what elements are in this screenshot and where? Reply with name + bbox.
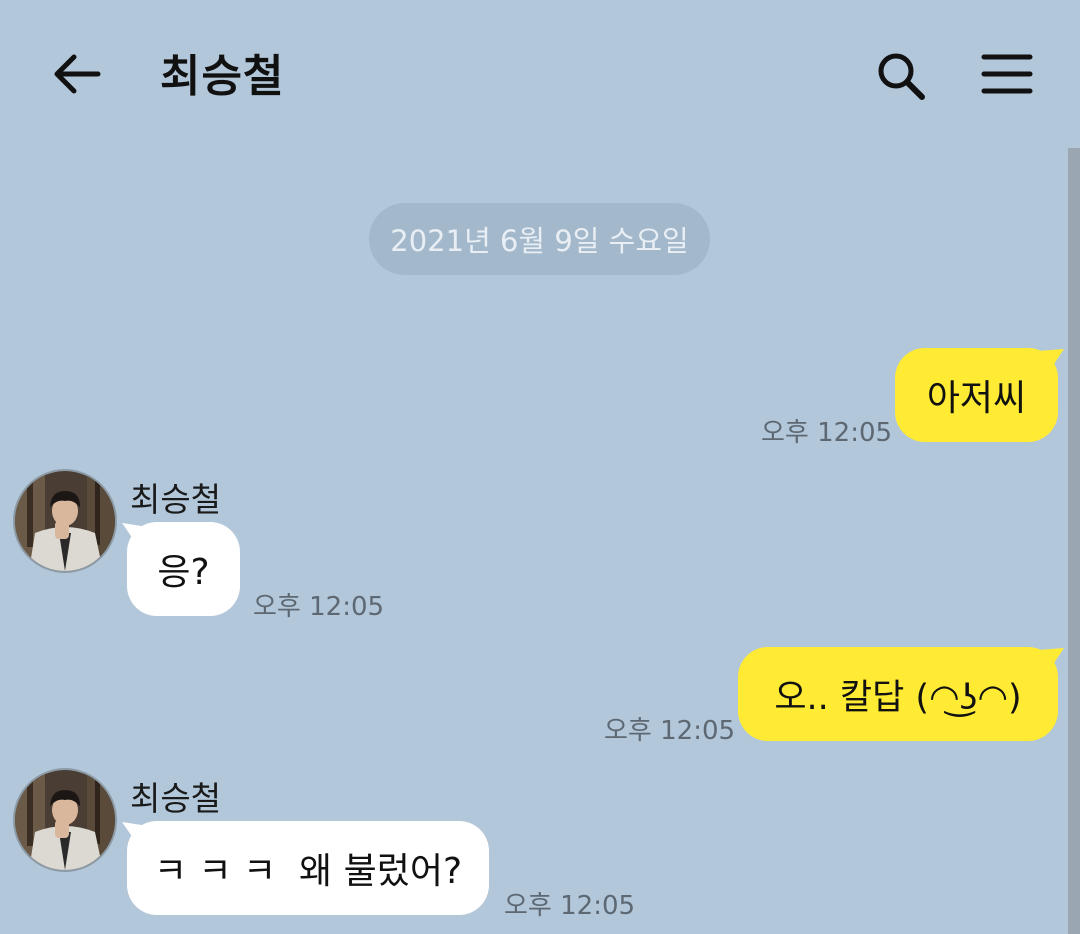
avatar[interactable] (15, 471, 115, 571)
message-time: 오후 12:05 (253, 592, 385, 622)
their-message-bubble[interactable]: 응? (127, 522, 240, 616)
message-time: 오후 12:05 (504, 891, 636, 921)
avatar[interactable] (15, 770, 115, 870)
chat-title: 최승철 (160, 51, 285, 102)
sender-name: 최승철 (130, 779, 222, 818)
bubble-tail (1038, 648, 1064, 672)
bubble-tail (1038, 349, 1064, 373)
search-icon (878, 53, 925, 100)
chat-header: 최승철 (0, 0, 1080, 150)
message-time: 오후 12:05 (604, 716, 736, 746)
menu-icon (981, 54, 1033, 94)
scrollbar[interactable] (1068, 148, 1080, 934)
back-button[interactable] (50, 50, 104, 98)
profile-photo (15, 471, 115, 571)
sender-name: 최승철 (130, 480, 222, 519)
back-arrow-icon (54, 54, 101, 94)
my-message-bubble[interactable]: 오.. 칼답 (◠͜ʖ◠) (738, 647, 1058, 741)
date-divider: 2021년 6월 9일 수요일 (369, 203, 710, 275)
message-time: 오후 12:05 (761, 418, 893, 448)
chat-screen: 최승철 2021년 6월 9일 수요일 오후 12:05 아저씨 최승철 응? … (0, 0, 1080, 934)
menu-button[interactable] (980, 52, 1034, 96)
my-message-bubble[interactable]: 아저씨 (895, 348, 1058, 442)
profile-photo (15, 770, 115, 870)
search-button[interactable] (874, 50, 930, 102)
their-message-bubble[interactable]: ㅋ ㅋ ㅋ 왜 불렀어? (127, 821, 489, 915)
